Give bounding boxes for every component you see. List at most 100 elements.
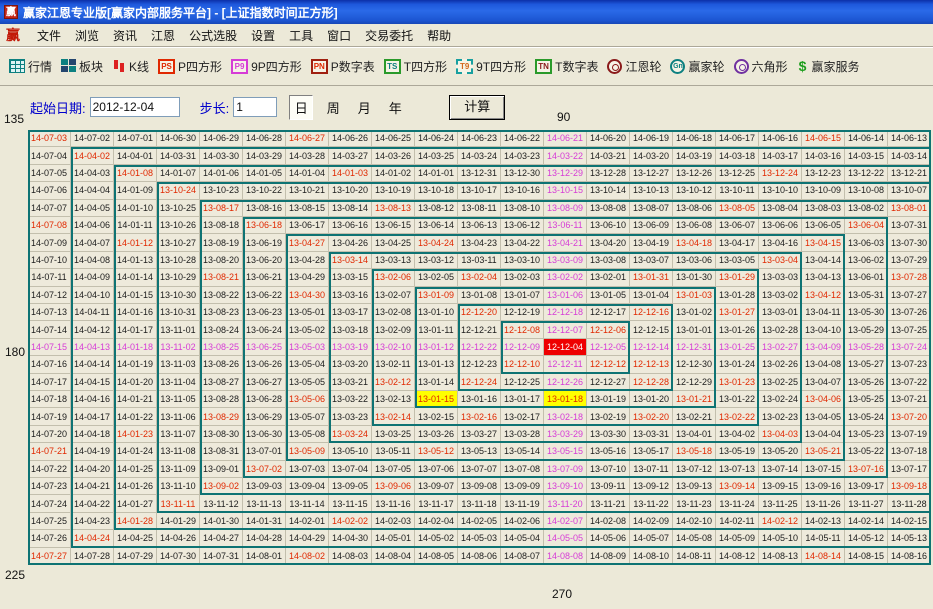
date-cell[interactable]: 13-04-08	[802, 356, 845, 373]
date-cell[interactable]: 13-02-17	[501, 408, 544, 425]
date-cell[interactable]: 14-06-27	[286, 130, 329, 147]
date-cell[interactable]: 13-05-12	[415, 443, 458, 460]
date-cell[interactable]: 13-04-23	[458, 234, 501, 251]
date-cell[interactable]: 14-03-25	[415, 147, 458, 164]
date-cell[interactable]: 14-07-28	[71, 548, 114, 565]
menu-item-资讯[interactable]: 资讯	[106, 27, 144, 45]
date-cell[interactable]: 14-05-09	[716, 530, 759, 547]
date-cell[interactable]: 13-06-17	[286, 217, 329, 234]
date-cell[interactable]: 13-12-29	[544, 165, 587, 182]
date-cell[interactable]: 13-07-21	[888, 391, 931, 408]
date-cell[interactable]: 12-12-14	[630, 339, 673, 356]
date-cell[interactable]: 13-07-13	[716, 461, 759, 478]
date-cell[interactable]: 13-11-24	[716, 495, 759, 512]
date-cell[interactable]: 13-02-24	[759, 391, 802, 408]
date-cell[interactable]: 13-11-20	[544, 495, 587, 512]
date-cell[interactable]: 14-05-06	[587, 530, 630, 547]
date-cell[interactable]: 13-08-10	[501, 200, 544, 217]
date-cell[interactable]: 14-02-13	[802, 513, 845, 530]
date-cell[interactable]: 14-07-05	[28, 165, 71, 182]
date-cell[interactable]: 14-08-06	[458, 548, 501, 565]
date-cell[interactable]: 14-05-08	[673, 530, 716, 547]
date-cell[interactable]: 13-02-05	[415, 269, 458, 286]
date-cell[interactable]: 14-03-28	[286, 147, 329, 164]
date-cell[interactable]: 14-04-10	[71, 287, 114, 304]
date-cell[interactable]: 14-03-22	[544, 147, 587, 164]
date-cell[interactable]: 13-07-07	[458, 461, 501, 478]
date-cell[interactable]: 13-09-17	[845, 478, 888, 495]
date-cell[interactable]: 13-04-17	[716, 234, 759, 251]
date-cell[interactable]: 13-05-31	[845, 287, 888, 304]
date-cell[interactable]: 13-04-16	[759, 234, 802, 251]
date-cell[interactable]: 13-01-12	[415, 339, 458, 356]
period-button-年[interactable]: 年	[384, 96, 406, 119]
date-cell[interactable]: 13-04-01	[673, 426, 716, 443]
date-cell[interactable]: 13-08-08	[587, 200, 630, 217]
date-cell[interactable]: 13-11-26	[802, 495, 845, 512]
date-cell[interactable]: 14-02-01	[286, 513, 329, 530]
date-cell[interactable]: 13-02-09	[372, 321, 415, 338]
date-cell[interactable]: 13-01-08	[458, 287, 501, 304]
date-cell[interactable]: 13-03-05	[716, 252, 759, 269]
toolbar-item-9P四方形[interactable]: P99P四方形	[231, 58, 302, 75]
date-cell[interactable]: 13-10-21	[286, 182, 329, 199]
date-cell[interactable]: 12-12-19	[501, 304, 544, 321]
date-cell[interactable]: 14-07-04	[28, 147, 71, 164]
date-cell[interactable]: 13-01-23	[716, 374, 759, 391]
date-cell[interactable]: 13-11-12	[200, 495, 243, 512]
date-cell[interactable]: 13-02-03	[501, 269, 544, 286]
date-cell[interactable]: 14-07-02	[71, 130, 114, 147]
date-cell[interactable]: 13-01-31	[630, 269, 673, 286]
date-cell[interactable]: 14-07-14	[28, 321, 71, 338]
date-cell[interactable]: 14-07-21	[28, 443, 71, 460]
date-cell[interactable]: 13-04-30	[286, 287, 329, 304]
date-cell[interactable]: 13-09-15	[759, 478, 802, 495]
date-cell[interactable]: 12-12-31	[673, 339, 716, 356]
date-cell[interactable]: 14-04-27	[200, 530, 243, 547]
date-cell[interactable]: 13-01-09	[415, 287, 458, 304]
date-cell[interactable]: 13-11-19	[501, 495, 544, 512]
date-cell[interactable]: 14-08-08	[544, 548, 587, 565]
date-cell[interactable]: 13-05-23	[845, 426, 888, 443]
date-cell[interactable]: 14-02-06	[501, 513, 544, 530]
date-cell[interactable]: 14-02-10	[673, 513, 716, 530]
date-cell[interactable]: 14-07-07	[28, 200, 71, 217]
date-cell[interactable]: 14-07-03	[28, 130, 71, 147]
date-cell[interactable]: 13-08-23	[200, 304, 243, 321]
date-cell[interactable]: 13-08-06	[673, 200, 716, 217]
date-cell[interactable]: 14-06-24	[415, 130, 458, 147]
menu-item-江恩[interactable]: 江恩	[144, 27, 182, 45]
date-cell[interactable]: 13-11-13	[243, 495, 286, 512]
date-cell[interactable]: 14-01-20	[114, 374, 157, 391]
menu-item-工具[interactable]: 工具	[282, 27, 320, 45]
date-cell[interactable]: 13-04-27	[286, 234, 329, 251]
date-cell[interactable]: 13-09-10	[544, 478, 587, 495]
toolbar-item-P四方形[interactable]: PSP四方形	[158, 58, 222, 75]
date-cell[interactable]: 14-05-10	[759, 530, 802, 547]
date-cell[interactable]: 13-04-29	[286, 269, 329, 286]
date-cell[interactable]: 13-06-11	[544, 217, 587, 234]
date-cell[interactable]: 13-03-13	[372, 252, 415, 269]
date-cell[interactable]: 14-04-04	[71, 182, 114, 199]
date-cell[interactable]: 13-10-08	[845, 182, 888, 199]
date-cell[interactable]: 13-02-01	[587, 269, 630, 286]
date-cell[interactable]: 13-08-04	[759, 200, 802, 217]
date-cell[interactable]: 14-04-06	[71, 217, 114, 234]
date-cell[interactable]: 13-02-16	[458, 408, 501, 425]
date-cell[interactable]: 14-04-12	[71, 321, 114, 338]
menu-item-浏览[interactable]: 浏览	[68, 27, 106, 45]
date-cell[interactable]: 13-01-22	[716, 391, 759, 408]
date-cell[interactable]: 13-09-12	[630, 478, 673, 495]
date-cell[interactable]: 14-04-28	[243, 530, 286, 547]
date-cell[interactable]: 13-01-20	[630, 391, 673, 408]
date-cell[interactable]: 13-01-25	[716, 339, 759, 356]
date-cell[interactable]: 12-12-16	[630, 304, 673, 321]
date-cell[interactable]: 12-12-30	[673, 356, 716, 373]
date-cell[interactable]: 13-03-20	[329, 356, 372, 373]
date-cell[interactable]: 14-08-13	[759, 548, 802, 565]
date-cell[interactable]: 13-06-08	[673, 217, 716, 234]
date-cell[interactable]: 12-12-24	[458, 374, 501, 391]
date-cell[interactable]: 14-07-10	[28, 252, 71, 269]
date-cell[interactable]: 13-08-01	[888, 200, 931, 217]
date-cell[interactable]: 14-02-08	[587, 513, 630, 530]
